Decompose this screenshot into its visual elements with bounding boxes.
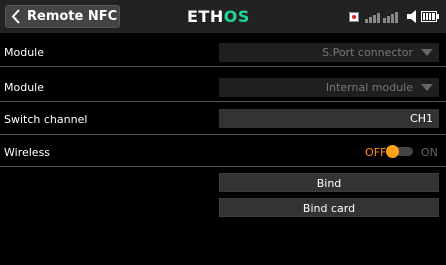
- ethos-logo: ETHOS: [187, 7, 250, 26]
- page-title: Remote NFC: [27, 9, 118, 24]
- battery-icon: [421, 11, 439, 22]
- bind-card-button-label: Bind card: [302, 202, 356, 215]
- wireless-toggle[interactable]: [386, 144, 414, 159]
- module-value: Internal module: [325, 81, 413, 94]
- module-label-2: Module: [4, 81, 44, 94]
- divider: [0, 66, 446, 67]
- chevron-left-icon: [11, 9, 20, 24]
- switch-channel-label: Switch channel: [4, 113, 88, 126]
- toggle-on-label: ON: [421, 146, 438, 159]
- dropdown-arrow-icon: [421, 84, 433, 91]
- speaker-icon: [407, 10, 416, 23]
- divider: [0, 134, 446, 135]
- divider: [0, 101, 446, 102]
- bind-button-label: Bind: [316, 177, 342, 190]
- status-icons: [345, 8, 440, 25]
- toggle-knob: [386, 145, 399, 158]
- switch-channel-value: CH1: [410, 112, 433, 125]
- wireless-row: Wireless OFF ON: [0, 141, 446, 164]
- module-type-select[interactable]: S.Port connector: [219, 43, 439, 62]
- module-select[interactable]: Internal module: [219, 78, 439, 97]
- module-row-2: Module Internal module: [0, 76, 446, 99]
- switch-channel-row: Switch channel CH1: [0, 108, 446, 131]
- toggle-off-label: OFF: [365, 146, 387, 159]
- module-type-value: S.Port connector: [322, 46, 413, 59]
- switch-channel-field[interactable]: CH1: [219, 109, 439, 128]
- bind-button[interactable]: Bind: [219, 173, 439, 192]
- bind-card-button[interactable]: Bind card: [219, 198, 439, 217]
- back-button[interactable]: Remote NFC: [5, 5, 120, 28]
- module-row: Module S.Port connector: [0, 41, 446, 64]
- top-bar: Remote NFC ETHOS: [0, 0, 446, 33]
- wireless-label: Wireless: [4, 146, 51, 159]
- module-label: Module: [4, 46, 44, 59]
- signal-bars-icon: [365, 12, 398, 23]
- divider: [0, 166, 446, 167]
- dropdown-arrow-icon: [421, 49, 433, 56]
- record-icon: [349, 12, 359, 22]
